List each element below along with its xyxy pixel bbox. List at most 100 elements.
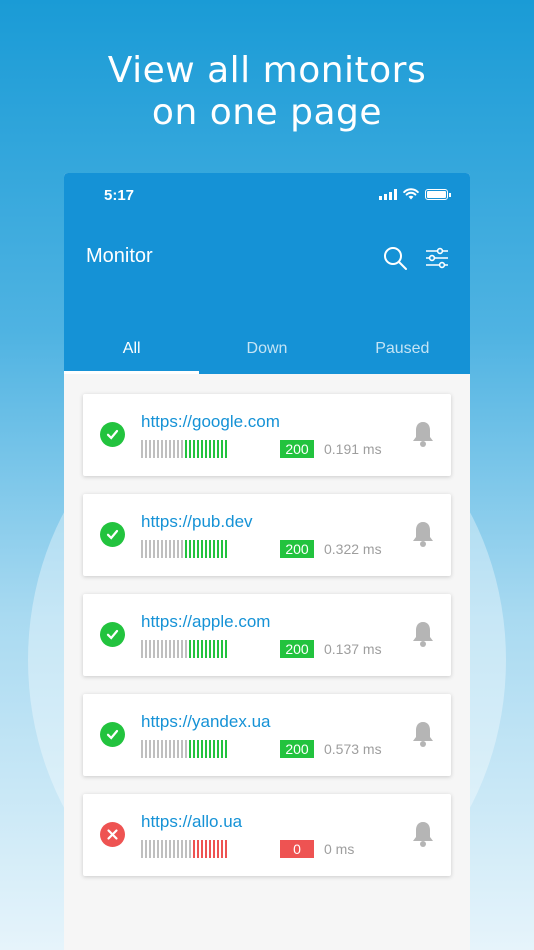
status-code-badge: 0: [280, 840, 314, 858]
headline-line-2: on one page: [151, 92, 383, 133]
uptime-bar: [201, 740, 203, 758]
uptime-bar: [213, 440, 215, 458]
uptime-bar: [185, 640, 187, 658]
monitor-card[interactable]: https://apple.com 200 0.137 ms: [83, 594, 451, 676]
headline-line-1: View all monitors: [107, 50, 427, 91]
uptime-bar: [221, 540, 223, 558]
uptime-bar: [161, 740, 163, 758]
uptime-bar: [201, 640, 203, 658]
response-time: 0.137 ms: [324, 641, 382, 657]
monitor-list: https://google.com 200 0.191 ms https://…: [64, 374, 470, 876]
uptime-bar: [161, 840, 163, 858]
uptime-bar: [145, 640, 147, 658]
uptime-bar: [209, 740, 211, 758]
uptime-bar: [177, 440, 179, 458]
uptime-bar: [197, 840, 199, 858]
response-time: 0.573 ms: [324, 741, 382, 757]
uptime-bar: [157, 540, 159, 558]
uptime-bar: [205, 740, 207, 758]
status-time: 5:17: [104, 187, 135, 204]
uptime-bar: [189, 840, 191, 858]
uptime-bar: [149, 640, 151, 658]
uptime-bar: [181, 440, 183, 458]
uptime-bar: [141, 840, 143, 858]
filter-icon[interactable]: [424, 245, 450, 271]
uptime-bar: [205, 840, 207, 858]
status-icons: [379, 188, 451, 200]
uptime-bar: [213, 740, 215, 758]
uptime-bar: [145, 840, 147, 858]
status-icon: [100, 622, 125, 647]
tab-all[interactable]: All: [64, 328, 200, 374]
uptime-bar: [141, 540, 143, 558]
status-icon: [100, 522, 125, 547]
uptime-bar: [177, 540, 179, 558]
bell-icon[interactable]: [411, 720, 435, 748]
uptime-bar: [193, 740, 195, 758]
uptime-bar: [141, 440, 143, 458]
bell-icon[interactable]: [411, 820, 435, 848]
uptime-bar: [221, 440, 223, 458]
status-icon: [100, 822, 125, 847]
uptime-bar: [205, 640, 207, 658]
uptime-bar: [165, 840, 167, 858]
uptime-bar: [161, 540, 163, 558]
uptime-bar: [157, 740, 159, 758]
uptime-bar: [221, 640, 223, 658]
status-icon: [100, 722, 125, 747]
search-icon[interactable]: [382, 245, 408, 271]
uptime-bar: [145, 740, 147, 758]
tab-down[interactable]: Down: [199, 328, 334, 374]
uptime-bar: [169, 440, 171, 458]
check-icon: [106, 629, 119, 640]
tab-bar: All Down Paused: [64, 328, 470, 374]
uptime-bar: [157, 840, 159, 858]
uptime-bar: [217, 640, 219, 658]
uptime-bar: [225, 740, 227, 758]
check-icon: [106, 429, 119, 440]
uptime-bar: [157, 440, 159, 458]
uptime-bars: [141, 540, 227, 558]
bell-icon[interactable]: [411, 520, 435, 548]
uptime-bar: [189, 740, 191, 758]
uptime-bar: [189, 640, 191, 658]
monitor-url: https://yandex.ua: [141, 712, 271, 731]
uptime-bar: [221, 740, 223, 758]
uptime-bar: [197, 640, 199, 658]
uptime-bar: [169, 840, 171, 858]
uptime-bar: [165, 540, 167, 558]
uptime-bar: [213, 640, 215, 658]
tab-paused[interactable]: Paused: [335, 328, 470, 374]
uptime-bar: [165, 740, 167, 758]
uptime-bar: [181, 740, 183, 758]
uptime-bar: [201, 540, 203, 558]
uptime-bar: [225, 840, 227, 858]
status-icon: [100, 422, 125, 447]
uptime-bar: [153, 440, 155, 458]
monitor-card[interactable]: https://yandex.ua 200 0.573 ms: [83, 694, 451, 776]
uptime-bars: [141, 740, 227, 758]
uptime-bar: [193, 540, 195, 558]
app-title: Monitor: [86, 245, 153, 267]
response-time: 0.191 ms: [324, 441, 382, 457]
uptime-bar: [217, 440, 219, 458]
uptime-bar: [185, 440, 187, 458]
uptime-bar: [169, 640, 171, 658]
uptime-bar: [177, 740, 179, 758]
uptime-bar: [153, 540, 155, 558]
monitor-card[interactable]: https://allo.ua 0 0 ms: [83, 794, 451, 876]
promo-headline: View all monitors on one page: [0, 50, 534, 134]
uptime-bar: [205, 540, 207, 558]
status-code-badge: 200: [280, 640, 314, 658]
uptime-bar: [197, 440, 199, 458]
bell-icon[interactable]: [411, 420, 435, 448]
uptime-bar: [225, 440, 227, 458]
monitor-card[interactable]: https://pub.dev 200 0.322 ms: [83, 494, 451, 576]
monitor-card[interactable]: https://google.com 200 0.191 ms: [83, 394, 451, 476]
phone-screen: 5:17 Monitor All Down Paused https://goo…: [64, 173, 470, 950]
bell-icon[interactable]: [411, 620, 435, 648]
uptime-bar: [181, 540, 183, 558]
uptime-bars: [141, 840, 227, 858]
cross-icon: [107, 829, 118, 840]
uptime-bar: [153, 640, 155, 658]
